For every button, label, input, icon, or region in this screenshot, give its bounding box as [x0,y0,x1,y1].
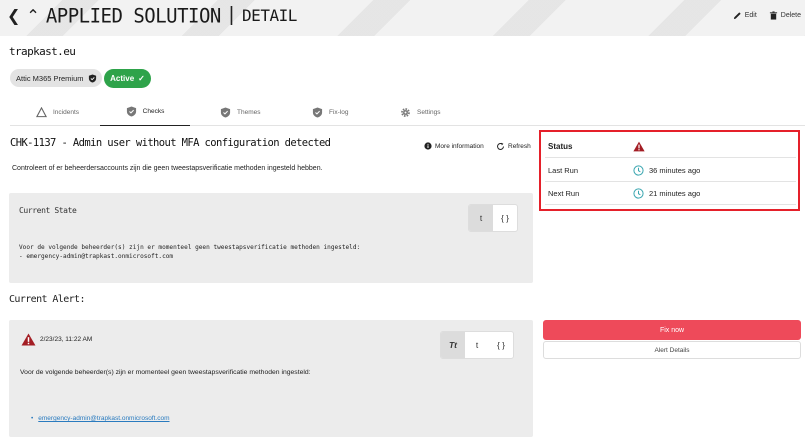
checkmark-icon: ✓ [138,74,145,83]
check-description: Controleert of er beheerdersaccounts zij… [12,165,323,172]
more-information-button[interactable]: More information [424,142,484,150]
refresh-button[interactable]: Refresh [496,142,531,151]
alert-account-link[interactable]: emergency-admin@trapkast.onmicrosoft.com [31,415,169,422]
tab-bar: Incidents Checks Themes Fix-log Settings [10,98,805,126]
trash-icon [769,11,777,20]
clock-icon [633,164,644,176]
info-icon [424,142,432,150]
edit-label: Edit [744,12,757,19]
chevron-up-icon[interactable]: ⌃ [26,7,39,24]
tab-settings-label: Settings [417,108,441,116]
status-header-row: Status [545,135,796,158]
tab-checks-label: Checks [142,108,165,115]
next-run-label: Next Run [548,188,580,198]
alert-message: Voor de volgende beheerder(s) zijn er mo… [20,369,311,376]
shield-check-icon [126,106,136,117]
text-format-button[interactable]: t [465,332,489,358]
last-run-value: 36 minutes ago [633,164,701,176]
gear-icon [401,107,410,117]
status-badge-label: Active [110,74,135,83]
edit-button[interactable]: Edit [733,11,757,20]
shield-check-icon [220,106,231,118]
text-format-button[interactable]: t [469,205,493,231]
org-name: trapkast.eu [9,45,76,58]
shield-check-icon [312,106,323,118]
shield-icon [88,73,96,83]
page-subtitle: DETAIL [242,6,297,25]
next-run-row: Next Run 21 minutes ago [545,182,796,205]
rich-text-format-button[interactable]: Tt [441,332,465,358]
status-badge: Active ✓ [104,69,151,88]
alert-timestamp: 2/23/23, 11:22 AM [21,333,92,346]
alert-date: 2/23/23, 11:22 AM [40,336,93,343]
json-format-button[interactable]: { } [493,205,517,231]
clock-icon [633,187,644,199]
next-run-value: 21 minutes ago [633,187,701,199]
title-separator: | [228,4,235,26]
warning-triangle-icon [36,106,47,117]
json-format-button[interactable]: { } [489,332,513,358]
current-alert-card: 2/23/23, 11:22 AM Tt t { } Voor de volge… [9,320,533,437]
plan-badge: Attic M365 Premium [10,69,102,87]
tab-incidents-label: Incidents [53,108,80,116]
refresh-icon [497,142,504,150]
tab-fix-log-label: Fix-log [329,108,349,116]
warning-triangle-icon [633,141,645,151]
delete-button[interactable]: Delete [769,11,801,20]
alert-details-button[interactable]: Alert Details [543,341,801,359]
next-run-text: 21 minutes ago [649,188,701,198]
last-run-label: Last Run [548,165,579,175]
current-state-card: Current State t { } Voor de volgende beh… [9,193,533,283]
tab-themes-label: Themes [237,108,261,116]
tab-fix-log[interactable]: Fix-log [312,98,372,126]
refresh-label: Refresh [508,143,531,150]
check-title: CHK-1137 - Admin user without MFA config… [10,137,331,149]
status-value [633,141,645,152]
more-information-label: More information [435,142,484,150]
back-chevron-icon[interactable]: ❮ [7,7,20,24]
plan-badge-label: Attic M365 Premium [16,73,84,83]
tab-incidents[interactable]: Incidents [36,98,96,126]
status-heading: Status [548,141,573,151]
top-header: ❮ ⌃ APPLIED SOLUTION | DETAIL Edit Delet… [0,0,805,36]
pencil-icon [733,12,741,20]
alert-format-toggle: Tt t { } [440,331,514,359]
header-title-group: ❮ ⌃ APPLIED SOLUTION | DETAIL [7,4,297,27]
tab-themes[interactable]: Themes [220,98,280,126]
current-state-line-1: Voor de volgende beheerder(s) zijn er mo… [19,244,361,251]
current-state-output: Voor de volgende beheerder(s) zijn er mo… [19,243,360,261]
tab-settings[interactable]: Settings [400,98,460,126]
current-state-format-toggle: t { } [468,204,518,232]
fix-now-button[interactable]: Fix now [543,320,801,340]
header-actions: Edit Delete [733,11,801,20]
status-panel: Status Last Run 36 minutes ago Next Run … [539,130,800,211]
current-alert-heading: Current Alert: [9,294,85,305]
current-state-label: Current State [19,206,77,215]
delete-label: Delete [780,12,801,19]
last-run-text: 36 minutes ago [649,165,701,175]
warning-triangle-icon [21,333,36,346]
current-state-line-2: - emergency-admin@trapkast.onmicrosoft.c… [19,253,174,260]
page-title: APPLIED SOLUTION [45,3,222,28]
tab-checks[interactable]: Checks [100,98,190,126]
last-run-row: Last Run 36 minutes ago [545,159,796,182]
